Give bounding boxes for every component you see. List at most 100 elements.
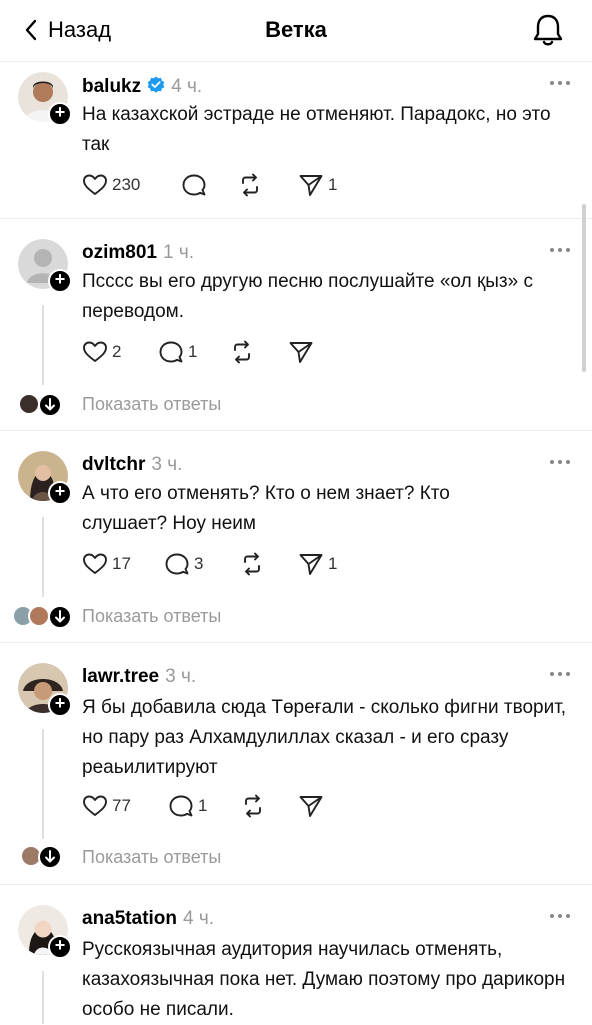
comment-button[interactable]: 1: [158, 340, 197, 364]
post-time: 3 ч.: [165, 666, 197, 687]
reply-avatar: [18, 393, 40, 415]
repost-icon: [245, 794, 261, 818]
page-title: Ветка: [265, 17, 327, 42]
like-count: 17: [112, 554, 131, 573]
post-time: 4 ч.: [183, 908, 215, 929]
more-horizontal-icon[interactable]: [548, 669, 572, 679]
post-time: 3 ч.: [151, 454, 183, 475]
more-horizontal-icon[interactable]: [548, 78, 572, 88]
comment-count: 1: [188, 342, 198, 361]
follow-plus-button[interactable]: +: [48, 481, 72, 505]
avatar[interactable]: +: [18, 72, 72, 126]
repost-icon: [234, 340, 250, 364]
share-count: 1: [328, 175, 338, 194]
repost-icon: [244, 552, 260, 576]
post-author[interactable]: ana5tation 4 ч.: [82, 908, 214, 930]
post-time: 1 ч.: [162, 242, 195, 263]
comment-button[interactable]: [181, 173, 211, 197]
show-replies-link[interactable]: Показать ответы: [82, 847, 221, 868]
more-horizontal-icon[interactable]: [548, 245, 572, 255]
scrollbar[interactable]: [582, 204, 586, 372]
comment-button[interactable]: 1: [168, 794, 207, 818]
repost-button[interactable]: [237, 173, 267, 197]
thread-line: [42, 305, 44, 385]
heart-icon: [83, 174, 107, 195]
like-button[interactable]: 2: [82, 340, 121, 364]
share-button[interactable]: 1: [298, 173, 337, 197]
avatar[interactable]: +: [18, 451, 72, 505]
arrow-down-icon: [45, 398, 55, 411]
share-button[interactable]: [288, 340, 318, 364]
expand-replies-button[interactable]: [48, 605, 72, 629]
like-count: 2: [112, 342, 122, 361]
post-author[interactable]: dvltchr 3 ч.: [82, 454, 182, 476]
avatar[interactable]: +: [18, 905, 72, 959]
username[interactable]: ozim801: [82, 242, 157, 263]
send-icon: [299, 554, 323, 575]
post-ana5tation: + ana5tation 4 ч. Русскоязычная аудитория…: [0, 885, 592, 1024]
more-horizontal-icon[interactable]: [548, 911, 572, 921]
comment-icon: [159, 341, 183, 363]
comment-button[interactable]: 3: [164, 552, 203, 576]
comment-icon: [169, 795, 193, 817]
like-button[interactable]: 230: [82, 173, 140, 197]
post-author[interactable]: lawr.tree 3 ч.: [82, 666, 196, 688]
show-replies-link[interactable]: Показать ответы: [82, 606, 221, 627]
avatar[interactable]: +: [18, 239, 72, 293]
top-bar: Назад Ветка: [0, 0, 592, 62]
comment-count: 3: [194, 554, 204, 573]
like-count: 230: [112, 175, 141, 194]
share-button[interactable]: 1: [298, 552, 337, 576]
post-text: Псссс вы его другую песню послушайте «ол…: [82, 271, 533, 322]
like-button[interactable]: 17: [82, 552, 131, 576]
share-button[interactable]: [298, 794, 328, 818]
like-button[interactable]: 77: [82, 794, 131, 818]
comment-icon: [165, 553, 189, 575]
post-lawr-tree: + lawr.tree 3 ч. Я бы добавила сюда Төреғ…: [0, 643, 592, 885]
post-text: На казахской эстраде не отменяют. Парадо…: [82, 104, 551, 155]
arrow-down-icon: [45, 850, 55, 863]
follow-plus-button[interactable]: +: [48, 269, 72, 293]
post-text: А что его отменять? Кто о нем знает? Кто…: [82, 483, 450, 534]
like-count: 77: [112, 796, 131, 815]
post-text: Русскоязычная аудитория научилась отменя…: [82, 939, 566, 1020]
post-ozim801: + ozim801 1 ч. Псссс вы его другую песню …: [0, 219, 592, 431]
heart-icon: [83, 795, 107, 816]
repost-button[interactable]: [229, 340, 259, 364]
post-text: Я бы добавила сюда Төреғали - сколько фи…: [82, 697, 567, 778]
username[interactable]: ana5tation: [82, 908, 177, 929]
thread-line: [42, 971, 44, 1024]
thread-line: [42, 729, 44, 839]
post-dvltchr: + dvltchr 3 ч. А что его отменять? Кто о …: [0, 431, 592, 643]
username[interactable]: dvltchr: [82, 454, 145, 475]
post-author[interactable]: balukz 4 ч.: [82, 76, 202, 98]
bell-icon[interactable]: [531, 12, 565, 48]
heart-icon: [83, 553, 107, 574]
reply-avatar: [28, 605, 50, 627]
repost-button[interactable]: [239, 552, 269, 576]
comment-count: 1: [198, 796, 208, 815]
post-time: 4 ч.: [171, 76, 203, 97]
username[interactable]: balukz: [82, 76, 141, 97]
follow-plus-button[interactable]: +: [48, 102, 72, 126]
reply-avatars: [18, 393, 68, 417]
avatar[interactable]: +: [18, 663, 72, 717]
username[interactable]: lawr.tree: [82, 666, 159, 687]
verified-badge-icon: [147, 76, 165, 93]
follow-plus-button[interactable]: +: [48, 935, 72, 959]
send-icon: [289, 342, 313, 363]
thread-line: [42, 517, 44, 597]
post-author[interactable]: ozim801 1 ч.: [82, 242, 194, 264]
more-horizontal-icon[interactable]: [548, 457, 572, 467]
share-count: 1: [328, 554, 338, 573]
heart-icon: [83, 341, 107, 362]
comment-icon: [182, 174, 206, 196]
follow-plus-button[interactable]: +: [48, 693, 72, 717]
expand-replies-button[interactable]: [38, 393, 62, 417]
expand-replies-button[interactable]: [38, 845, 62, 869]
repost-icon: [242, 173, 258, 197]
show-replies-link[interactable]: Показать ответы: [82, 394, 221, 415]
repost-button[interactable]: [240, 794, 270, 818]
reply-avatars: [18, 845, 68, 869]
arrow-down-icon: [55, 610, 65, 623]
